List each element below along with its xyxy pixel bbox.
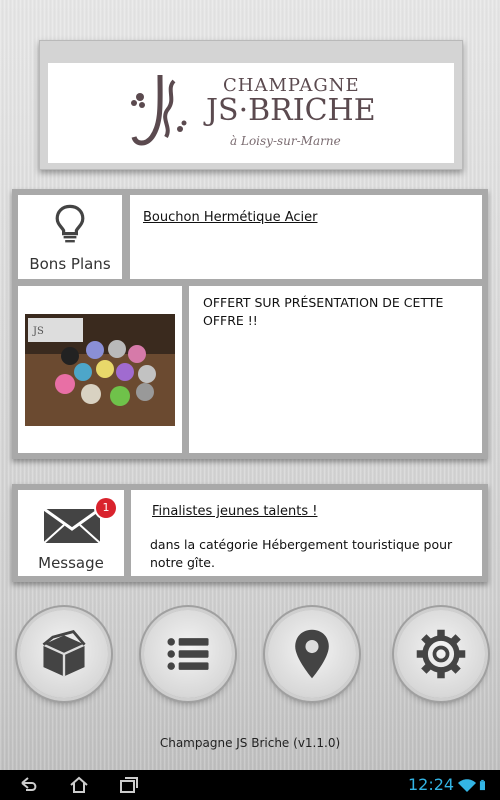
location-button[interactable]: [268, 610, 356, 698]
bons-plans-description: OFFERT SUR PRÉSENTATION DE CETTE OFFRE !…: [203, 295, 444, 328]
message-body: dans la catégorie Hébergement touristiqu…: [150, 537, 453, 570]
message-count-badge: 1: [96, 498, 116, 518]
status-clock: 12:24: [408, 775, 455, 794]
location-pin-icon: [295, 629, 329, 679]
system-nav-bar: 12:24: [0, 770, 500, 800]
home-icon[interactable]: [68, 775, 90, 795]
logo-panel: CHAMPAGNE JS·BRICHE à Loisy-sur-Marne: [39, 40, 463, 170]
message-label: Message: [38, 554, 104, 572]
corks-photo: JS: [25, 314, 175, 426]
bons-plans-photo-cell: JS: [18, 286, 182, 453]
logo-banner: CHAMPAGNE JS·BRICHE à Loisy-sur-Marne: [48, 63, 454, 163]
bons-plans-title-cell[interactable]: Bouchon Hermétique Acier: [130, 195, 482, 279]
products-button[interactable]: [20, 610, 108, 698]
wifi-icon: [458, 779, 476, 792]
settings-button[interactable]: [397, 610, 485, 698]
brand-line-3: à Loisy-sur-Marne: [230, 134, 341, 148]
bons-plans-description-cell: OFFERT SUR PRÉSENTATION DE CETTE OFFRE !…: [189, 286, 482, 453]
bons-plans-title[interactable]: Bouchon Hermétique Acier: [143, 210, 317, 225]
brand-line-2: JS·BRICHE: [206, 93, 376, 128]
battery-icon: [479, 779, 485, 791]
back-icon[interactable]: [18, 775, 40, 795]
bons-plans-panel: Bons Plans Bouchon Hermétique Acier JS O…: [12, 189, 488, 459]
message-icon-cell[interactable]: 1 Message: [18, 490, 124, 576]
bons-plans-icon-cell[interactable]: Bons Plans: [18, 195, 122, 279]
lightbulb-icon: [55, 204, 85, 243]
bons-plans-label: Bons Plans: [29, 255, 111, 273]
envelope-icon: [43, 507, 101, 544]
recent-apps-icon[interactable]: [118, 775, 140, 795]
message-content-cell[interactable]: Finalistes jeunes talents ! dans la caté…: [131, 490, 482, 576]
app-version: Champagne JS Briche (v1.1.0): [159, 736, 341, 750]
svg-text:JS: JS: [32, 326, 44, 337]
message-panel: 1 Message Finalistes jeunes talents ! da…: [12, 484, 488, 582]
list-button[interactable]: [144, 610, 232, 698]
gear-icon: [416, 629, 466, 679]
list-icon: [167, 638, 209, 670]
box-icon: [42, 630, 86, 677]
js-monogram-logo: [131, 74, 187, 146]
message-title[interactable]: Finalistes jeunes talents !: [152, 504, 317, 519]
